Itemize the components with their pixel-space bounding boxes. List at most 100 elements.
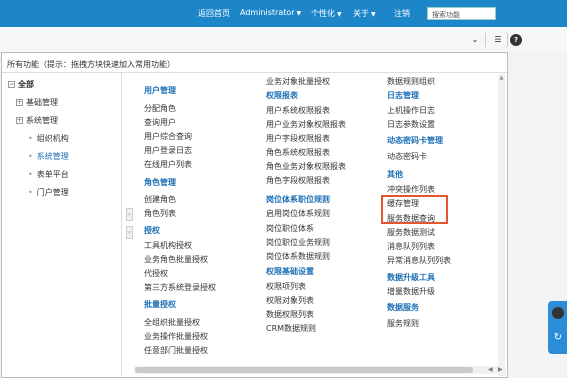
function-menu: 用户管理 分配角色 查询用户 用户综合查询 用户登录日志 在线用户列表 角色管理 创建角色 角色… xyxy=(134,73,507,377)
menu-item[interactable]: 业务对象批量授权 xyxy=(266,76,330,87)
menu-section-heading: 动态密码卡管理 xyxy=(387,136,443,145)
menu-section-heading: 数据服务 xyxy=(387,303,419,312)
menu-item[interactable]: 工具机构授权 xyxy=(144,240,192,251)
menu-item[interactable]: 用户登录日志 xyxy=(144,145,192,156)
menu-item[interactable]: 代授权 xyxy=(144,268,168,279)
toolbar-divider xyxy=(507,33,508,47)
menu-item[interactable]: 角色字段权限报表 xyxy=(266,175,330,186)
menu-item[interactable]: CRM数据规则 xyxy=(266,323,316,334)
horizontal-scrollbar[interactable]: ◀ ▶ xyxy=(134,366,506,374)
menu-item[interactable]: 数据规则组织 xyxy=(387,76,435,87)
scroll-thumb[interactable] xyxy=(135,367,473,373)
menu-section-heading: 日志管理 xyxy=(387,91,419,100)
tree-node-label: 表单平台 xyxy=(36,170,69,179)
personalize-menu[interactable]: 个性化 ▼ xyxy=(311,8,342,19)
menu-item[interactable]: 角色列表 xyxy=(144,208,176,219)
tree-node-basic[interactable]: + 基础管理 xyxy=(16,97,58,108)
menu-item[interactable]: 全组织批量授权 xyxy=(144,317,200,328)
menu-item[interactable]: 数据权限列表 xyxy=(266,309,314,320)
function-tree: − 全部 + 基础管理 + 系统管理 • 组织机构 • 系统管理 • 表单平台 • 门户管理 xyxy=(2,73,122,377)
logout-link[interactable]: 注销 xyxy=(394,8,410,19)
menu-item[interactable]: 用户业务对象权限报表 xyxy=(266,119,346,130)
tree-node-portal[interactable]: • 门户管理 xyxy=(28,187,69,198)
caret-down-icon: ▼ xyxy=(337,11,342,18)
home-link[interactable]: 返回首页 xyxy=(198,8,230,19)
scroll-right-icon[interactable]: ▶ xyxy=(498,366,503,373)
menu-item[interactable]: 服务数据测试 xyxy=(387,227,435,238)
menu-item[interactable]: 任意部门批量授权 xyxy=(144,345,208,356)
user-menu-label: Administrator xyxy=(240,8,295,17)
menu-item[interactable]: 上机操作日志 xyxy=(387,105,435,116)
tree-node-form[interactable]: • 表单平台 xyxy=(28,169,69,180)
menu-item[interactable]: 岗位体系数据规则 xyxy=(266,251,330,262)
menu-item[interactable]: 岗位职位业务规则 xyxy=(266,237,330,248)
menu-item[interactable]: 角色系统权限报表 xyxy=(266,147,330,158)
avatar[interactable] xyxy=(552,307,564,319)
scroll-up-icon[interactable]: ▲ xyxy=(498,75,505,81)
menu-item[interactable]: 在线用户列表 xyxy=(144,159,192,170)
menu-item[interactable]: 服务规则 xyxy=(387,318,419,329)
menu-item[interactable]: 用户综合查询 xyxy=(144,131,192,142)
tree-node-label: 基础管理 xyxy=(26,98,58,107)
menu-item[interactable]: 查询用户 xyxy=(144,117,176,128)
tree-root[interactable]: − 全部 xyxy=(8,79,34,90)
double-chevron-down-icon[interactable]: ⌄ xyxy=(469,34,481,46)
menu-section-heading: 岗位体系职位规则 xyxy=(266,195,330,204)
tree-node-system-mgmt[interactable]: • 系统管理 xyxy=(28,151,69,162)
tree-root-label: 全部 xyxy=(18,80,34,89)
menu-item[interactable]: 岗位职位体系 xyxy=(266,223,314,234)
collapse-left-handle[interactable]: ‹ xyxy=(126,226,133,239)
menu-section-heading: 用户管理 xyxy=(144,86,176,95)
menu-item[interactable]: 角色业务对象权限报表 xyxy=(266,161,346,172)
menu-item[interactable]: 分配角色 xyxy=(144,103,176,114)
caret-down-icon: ▼ xyxy=(371,11,376,18)
menu-section-heading: 权限基础设置 xyxy=(266,267,314,276)
menu-item[interactable]: 业务操作批量授权 xyxy=(144,331,208,342)
toolbar: ⌄ ☰ ? xyxy=(0,27,567,52)
expand-icon[interactable]: + xyxy=(16,117,23,124)
panel-title: 所有功能（提示：拖拽方块快速加入常用功能） xyxy=(7,60,175,69)
refresh-icon[interactable]: ↻ xyxy=(552,332,564,344)
tree-node-label: 系统管理 xyxy=(26,116,58,125)
help-icon[interactable]: ? xyxy=(510,34,522,46)
menu-item[interactable]: 启用岗位体系规则 xyxy=(266,208,330,219)
list-menu-icon[interactable]: ☰ xyxy=(492,34,504,46)
tree-node-org[interactable]: • 组织机构 xyxy=(28,133,69,144)
menu-item[interactable]: 动态密码卡 xyxy=(387,151,427,162)
menu-item[interactable]: 日志参数设置 xyxy=(387,119,435,130)
menu-section-heading: 角色管理 xyxy=(144,178,176,187)
menu-section-heading: 权限报表 xyxy=(266,91,298,100)
expand-right-handle[interactable]: › xyxy=(126,208,133,221)
tree-node-label: 系统管理 xyxy=(36,152,69,161)
tree-node-label: 组织机构 xyxy=(36,134,69,143)
floating-service-bar[interactable]: ↻ xyxy=(548,301,567,354)
tree-node-label: 门户管理 xyxy=(36,188,69,197)
menu-section-heading: 其他 xyxy=(387,170,403,179)
menu-item[interactable]: 第三方系统登录授权 xyxy=(144,282,216,293)
menu-item[interactable]: 权限项列表 xyxy=(266,281,306,292)
user-menu[interactable]: Administrator ▼ xyxy=(240,8,301,17)
menu-item[interactable]: 用户字段权限报表 xyxy=(266,133,330,144)
expand-icon[interactable]: + xyxy=(16,99,23,106)
scroll-left-icon[interactable]: ◀ xyxy=(488,366,493,373)
caret-down-icon: ▼ xyxy=(296,10,302,17)
highlight-box xyxy=(381,195,448,224)
menu-item[interactable]: 异常消息队列列表 xyxy=(387,255,451,266)
menu-item[interactable]: 业务角色批量授权 xyxy=(144,254,208,265)
tree-node-system[interactable]: + 系统管理 xyxy=(16,115,58,126)
menu-section-heading: 数据升级工具 xyxy=(387,273,435,282)
bullet-icon: • xyxy=(28,188,33,197)
top-bar: 返回首页 Administrator ▼ 个性化 ▼ 关于 ▼ 注销 搜索功能 xyxy=(0,0,567,27)
collapse-icon[interactable]: − xyxy=(8,81,15,88)
search-input[interactable]: 搜索功能 xyxy=(427,7,496,20)
menu-item[interactable]: 权限对象列表 xyxy=(266,295,314,306)
menu-item[interactable]: 消息队列列表 xyxy=(387,241,435,252)
vertical-scrollbar[interactable]: ▲ ▼ xyxy=(498,74,505,376)
menu-item[interactable]: 增量数据升级 xyxy=(387,286,435,297)
bullet-icon: • xyxy=(28,152,33,161)
menu-item[interactable]: 用户系统权限报表 xyxy=(266,105,330,116)
about-menu[interactable]: 关于 ▼ xyxy=(353,8,376,19)
menu-item[interactable]: 创建角色 xyxy=(144,194,176,205)
bullet-icon: • xyxy=(28,134,33,143)
menu-item[interactable]: 冲突操作列表 xyxy=(387,184,435,195)
